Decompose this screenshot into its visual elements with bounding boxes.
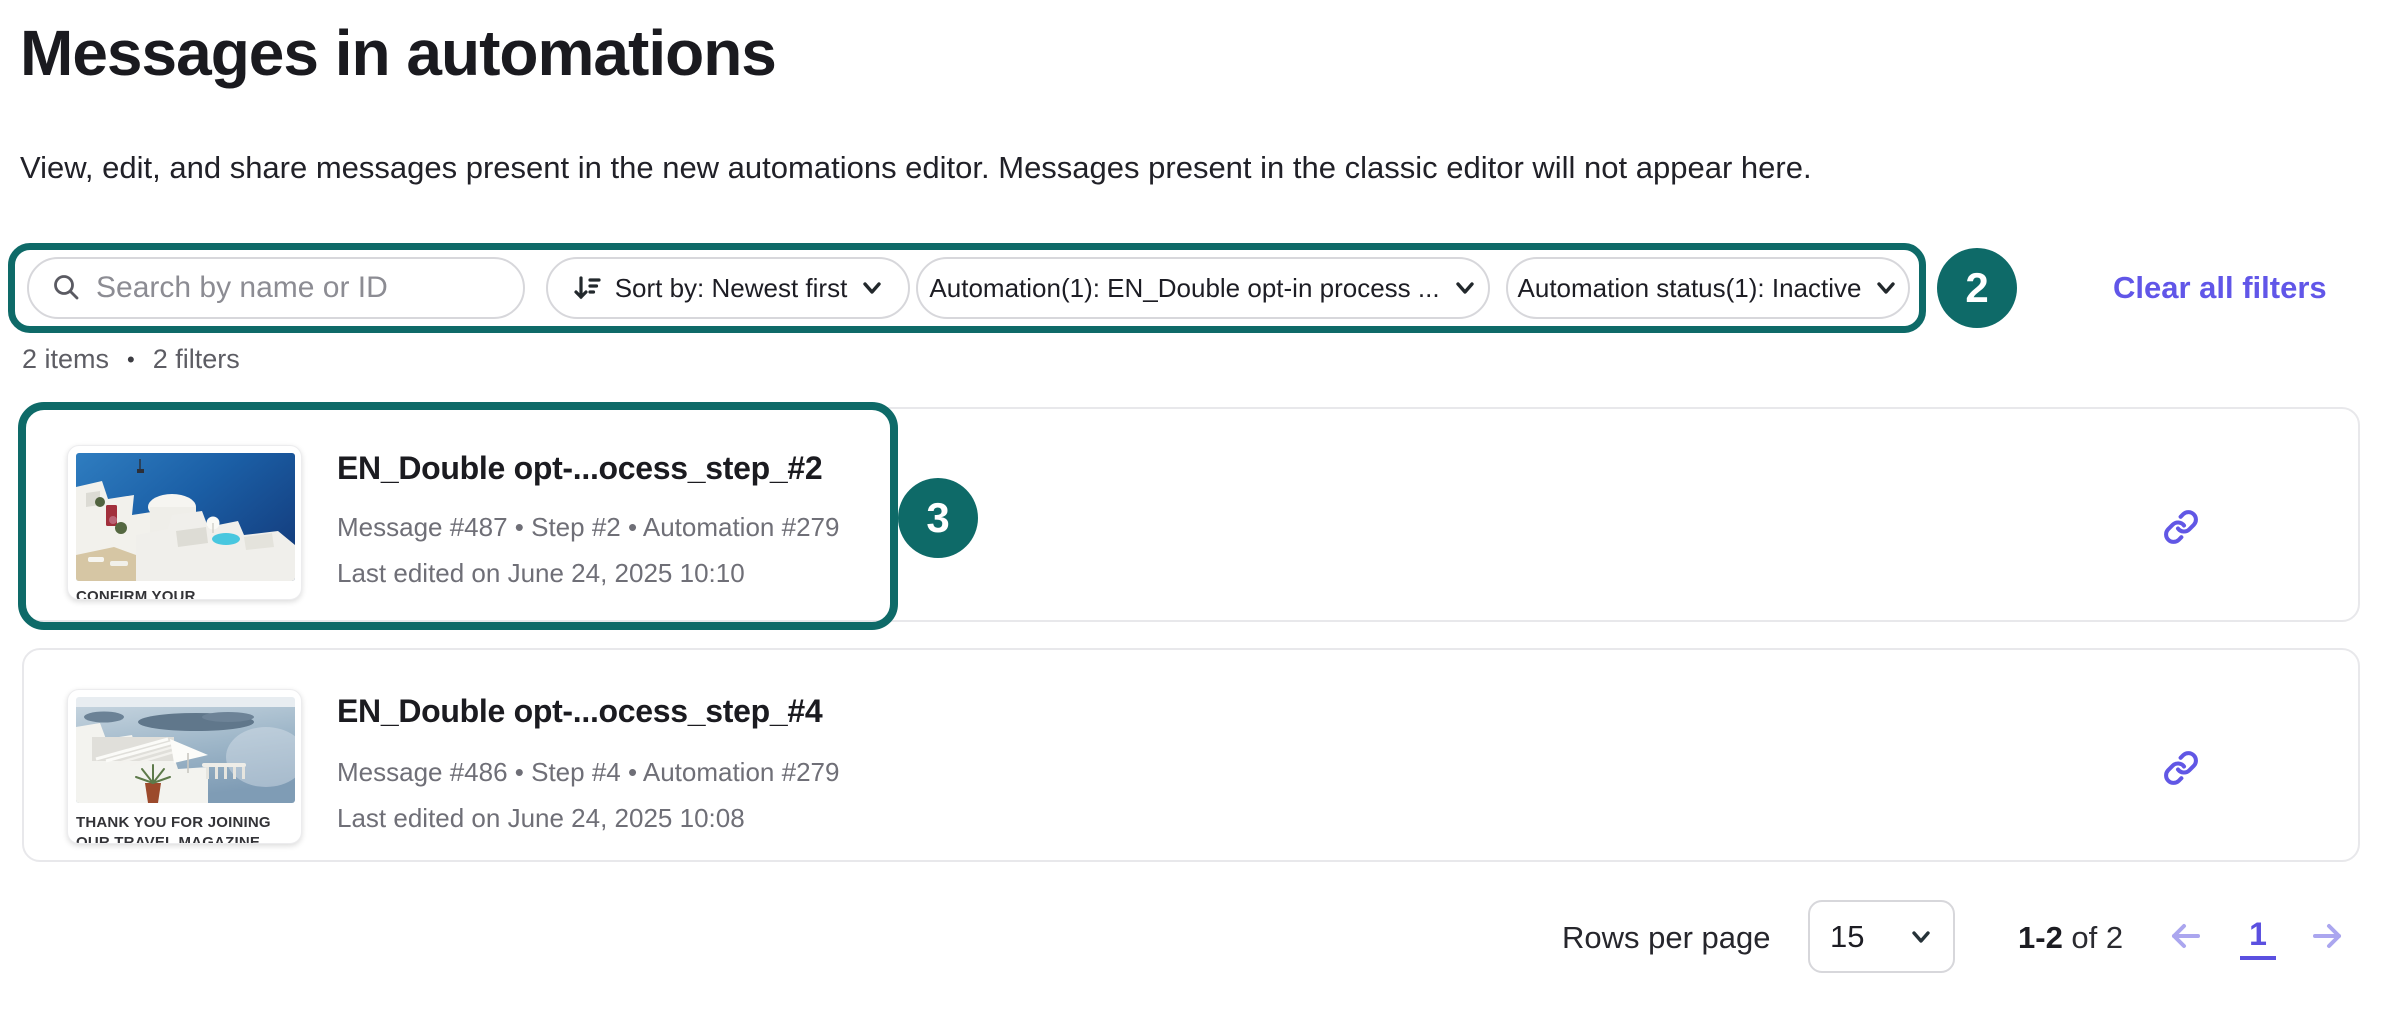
rows-per-page-select[interactable]: 15: [1808, 900, 1955, 973]
search-input-pill[interactable]: [27, 257, 525, 319]
automation-filter-dropdown[interactable]: Automation(1): EN_Double opt-in process …: [916, 257, 1490, 319]
link-icon: [2163, 509, 2199, 545]
previous-page-button[interactable]: [2161, 912, 2209, 960]
message-meta: Message #486 • Step #4 • Automation #279: [337, 757, 839, 788]
page-range-current: 1-2: [2018, 920, 2063, 955]
page-description: View, edit, and share messages present i…: [20, 150, 1812, 186]
chevron-down-icon: [1909, 925, 1933, 949]
search-input[interactable]: [96, 271, 496, 305]
filters-count: 2 filters: [153, 344, 240, 375]
chevron-down-icon: [860, 276, 884, 300]
automation-status-filter-dropdown[interactable]: Automation status(1): Inactive: [1506, 257, 1910, 319]
page-title: Messages in automations: [20, 16, 776, 90]
sort-dropdown[interactable]: Sort by: Newest first: [546, 257, 910, 319]
message-last-edited: Last edited on June 24, 2025 10:10: [337, 558, 745, 589]
message-meta: Message #487 • Step #2 • Automation #279: [337, 512, 839, 543]
chevron-down-icon: [1874, 276, 1898, 300]
items-count: 2 items: [22, 344, 109, 375]
share-link-button[interactable]: [2141, 499, 2221, 555]
arrow-right-icon: [2307, 915, 2349, 957]
message-row-step-2[interactable]: CONFIRM YOUR SUBSCRIPTION EN_Double opt-…: [22, 407, 2360, 622]
thumbnail-photo-santorini-caldera: [76, 697, 295, 803]
automation-filter-label: Automation(1): EN_Double opt-in process …: [929, 273, 1439, 304]
message-row-step-4[interactable]: THANK YOU FOR JOINING OUR TRAVEL MAGAZIN…: [22, 648, 2360, 862]
message-thumbnail: CONFIRM YOUR SUBSCRIPTION: [67, 445, 302, 600]
thumbnail-caption: THANK YOU FOR JOINING OUR TRAVEL MAGAZIN…: [76, 813, 293, 844]
thumbnail-photo-santorini-oia: [76, 453, 295, 581]
next-page-button[interactable]: [2304, 912, 2352, 960]
page-number-current[interactable]: 1: [2240, 916, 2276, 960]
separator-dot: •: [127, 347, 135, 373]
rows-per-page-value: 15: [1830, 919, 1864, 955]
clear-all-filters-link[interactable]: Clear all filters: [2113, 270, 2327, 306]
thumbnail-caption: CONFIRM YOUR SUBSCRIPTION: [76, 587, 293, 600]
page-range: 1-2 of 2: [2018, 920, 2123, 956]
annotation-badge-2: 2: [1937, 248, 2017, 328]
search-icon: [51, 272, 83, 304]
messages-in-automations-page: Messages in automations View, edit, and …: [0, 0, 2386, 1010]
automation-status-filter-label: Automation status(1): Inactive: [1518, 273, 1862, 304]
rows-per-page-label: Rows per page: [1562, 920, 1771, 956]
page-range-total: of 2: [2063, 920, 2123, 955]
share-link-button[interactable]: [2141, 740, 2221, 796]
annotation-badge-3: 3: [898, 478, 978, 558]
message-title: EN_Double opt-...ocess_step_#4: [337, 693, 822, 730]
sort-dropdown-label: Sort by: Newest first: [615, 273, 848, 304]
arrow-left-icon: [2164, 915, 2206, 957]
chevron-down-icon: [1453, 276, 1477, 300]
sort-descending-icon: [572, 273, 602, 303]
message-title: EN_Double opt-...ocess_step_#2: [337, 450, 822, 487]
link-icon: [2163, 750, 2199, 786]
message-thumbnail: THANK YOU FOR JOINING OUR TRAVEL MAGAZIN…: [67, 689, 302, 844]
results-summary: 2 items • 2 filters: [22, 344, 240, 375]
message-last-edited: Last edited on June 24, 2025 10:08: [337, 803, 745, 834]
